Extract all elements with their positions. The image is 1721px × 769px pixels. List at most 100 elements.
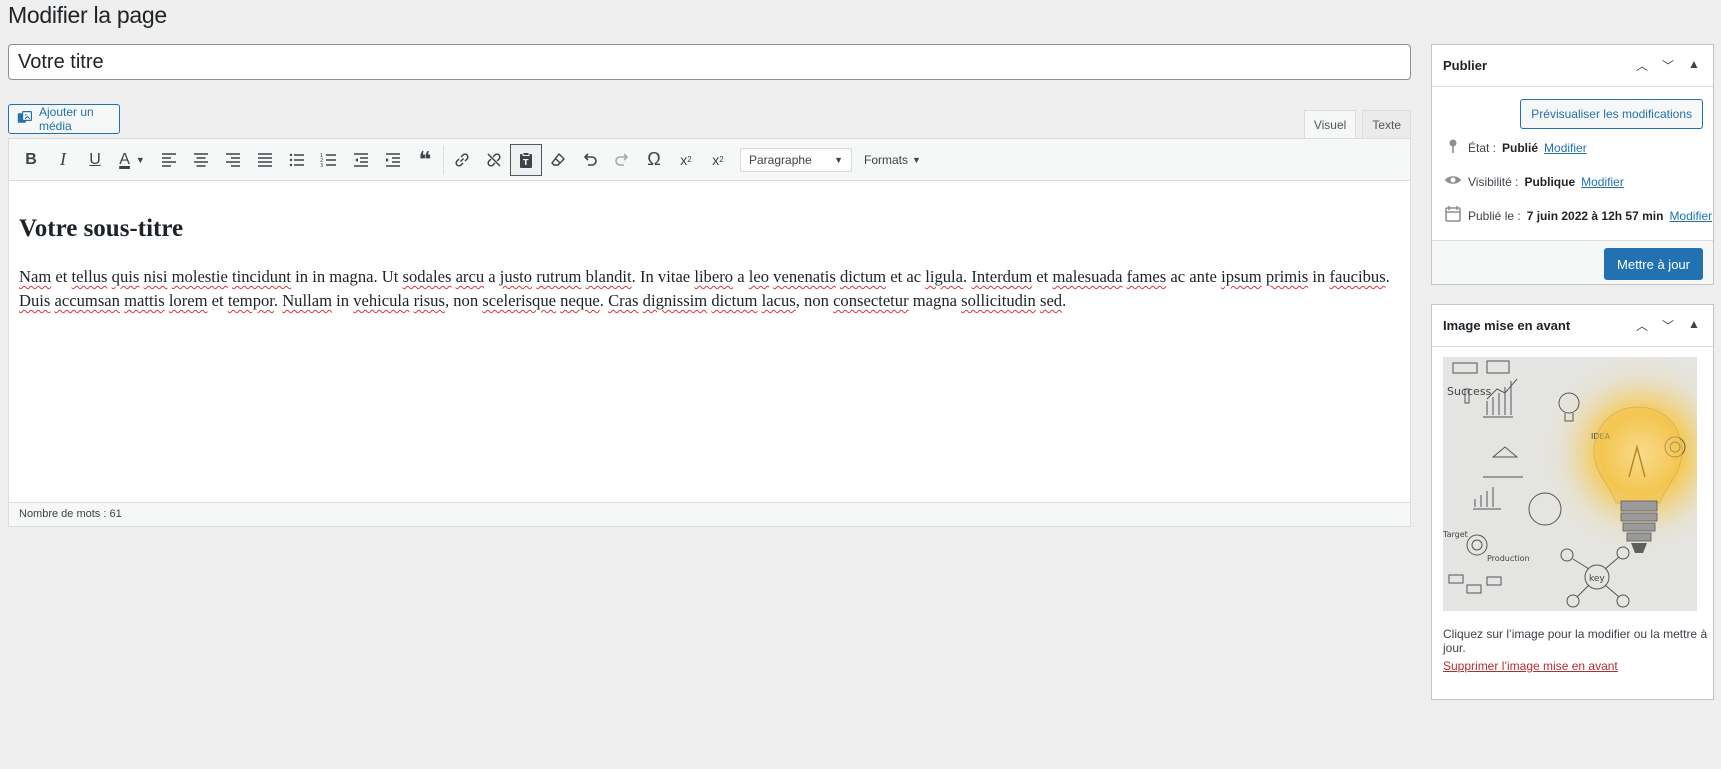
misspelled-word: primis bbox=[1265, 267, 1309, 286]
text-run: . bbox=[273, 291, 283, 310]
image-text-target: Target bbox=[1443, 530, 1468, 539]
misspelled-word: mattis bbox=[124, 291, 165, 310]
bold-icon[interactable]: B bbox=[15, 144, 47, 176]
misspelled-word: venenatis bbox=[773, 267, 836, 286]
publish-box: Publier ︿ ﹀ ▲ Prévisualiser les modifica… bbox=[1431, 44, 1714, 285]
misspelled-word: ipsum bbox=[1221, 267, 1262, 286]
misspelled-word: Nullam bbox=[282, 291, 332, 310]
text-run: a bbox=[484, 267, 500, 286]
date-edit-link[interactable]: Modifier bbox=[1669, 209, 1712, 223]
misspelled-word: arcu bbox=[455, 267, 485, 286]
text-run: . In vitae bbox=[631, 267, 695, 286]
post-title-input[interactable] bbox=[8, 44, 1411, 80]
visibility-edit-link[interactable]: Modifier bbox=[1581, 175, 1624, 189]
image-text-production: Production bbox=[1487, 554, 1530, 563]
status-edit-link[interactable]: Modifier bbox=[1544, 141, 1587, 155]
calendar-icon bbox=[1444, 205, 1462, 226]
link-icon[interactable] bbox=[446, 144, 478, 176]
collapse-icon[interactable]: ▲ bbox=[1686, 57, 1702, 74]
underline-icon[interactable]: U bbox=[79, 144, 111, 176]
page-title: Modifier la page bbox=[8, 2, 167, 28]
text-run: in in magna. Ut bbox=[291, 267, 403, 286]
misspelled-word: Cras bbox=[608, 291, 639, 310]
content-paragraph: Nam et tellus quis nisi molestie tincidu… bbox=[19, 265, 1400, 313]
tab-text[interactable]: Texte bbox=[1362, 110, 1411, 139]
text-run: . bbox=[1062, 291, 1067, 310]
misspelled-word: sollicitudin bbox=[961, 291, 1036, 310]
misspelled-word: ligula bbox=[925, 267, 964, 286]
misspelled-word: libero bbox=[694, 267, 734, 286]
eye-icon bbox=[1444, 171, 1462, 192]
misspelled-word: dignissim bbox=[642, 291, 708, 310]
featured-image-help: Cliquez sur l’image pour la modifier ou … bbox=[1443, 627, 1708, 655]
misspelled-word: Duis bbox=[19, 291, 51, 310]
editor-content[interactable]: Votre sous-titre Nam et tellus quis nisi… bbox=[9, 181, 1410, 333]
status-row: État : Publié Modifier bbox=[1444, 137, 1587, 158]
clear-format-icon[interactable] bbox=[542, 144, 574, 176]
text-run: in bbox=[1308, 267, 1330, 286]
misspelled-word: faucibus bbox=[1329, 267, 1386, 286]
chevron-down-icon: ▼ bbox=[834, 154, 843, 165]
text-run: a bbox=[733, 267, 749, 286]
redo-icon[interactable] bbox=[606, 144, 638, 176]
visibility-value: Publique bbox=[1524, 174, 1576, 189]
collapse-icon[interactable]: ▲ bbox=[1686, 317, 1702, 334]
move-down-icon[interactable]: ﹀ bbox=[1660, 317, 1676, 334]
special-char-icon[interactable]: Ω bbox=[638, 144, 670, 176]
align-right-icon[interactable] bbox=[217, 144, 249, 176]
misspelled-word: nisi bbox=[143, 267, 168, 286]
text-run: ac ante bbox=[1166, 267, 1222, 286]
subscript-icon[interactable]: x2 bbox=[702, 144, 734, 176]
remove-featured-image-link[interactable]: Supprimer l’image mise en avant bbox=[1443, 659, 1618, 673]
bullet-list-icon[interactable] bbox=[281, 144, 313, 176]
align-center-icon[interactable] bbox=[185, 144, 217, 176]
misspelled-word: dictum bbox=[711, 291, 758, 310]
visibility-row: Visibilité : Publique Modifier bbox=[1444, 171, 1624, 192]
text-color-icon[interactable]: A ▼ bbox=[111, 144, 153, 176]
misspelled-word: vehicula bbox=[353, 291, 410, 310]
text-run: et bbox=[207, 291, 228, 310]
move-down-icon[interactable]: ﹀ bbox=[1660, 57, 1676, 74]
add-media-button[interactable]: Ajouter un média bbox=[8, 104, 120, 134]
italic-icon[interactable]: I bbox=[47, 144, 79, 176]
paste-text-icon[interactable]: T bbox=[510, 143, 542, 176]
add-media-label: Ajouter un média bbox=[39, 105, 94, 133]
move-up-icon[interactable]: ︿ bbox=[1634, 317, 1650, 334]
publish-actions: Mettre à jour bbox=[1432, 240, 1713, 284]
block-format-select[interactable]: Paragraphe ▼ bbox=[740, 147, 852, 172]
featured-image[interactable]: Success IDEA Target Production key bbox=[1443, 357, 1697, 611]
image-text-key: key bbox=[1589, 574, 1605, 584]
date-row: Publié le : 7 juin 2022 à 12h 57 min Mod… bbox=[1444, 205, 1712, 226]
misspelled-word: scelerisque bbox=[482, 291, 556, 310]
formats-menu[interactable]: Formats ▼ bbox=[864, 153, 921, 167]
superscript-icon[interactable]: x2 bbox=[670, 144, 702, 176]
move-up-icon[interactable]: ︿ bbox=[1634, 57, 1650, 74]
preview-button[interactable]: Prévisualiser les modifications bbox=[1520, 99, 1703, 129]
block-format-value: Paragraphe bbox=[749, 152, 812, 167]
undo-icon[interactable] bbox=[574, 144, 606, 176]
justify-icon[interactable] bbox=[249, 144, 281, 176]
unlink-icon[interactable] bbox=[478, 144, 510, 176]
word-count: Nombre de mots : 61 bbox=[9, 502, 1410, 526]
misspelled-word: accumsan bbox=[54, 291, 120, 310]
outdent-icon[interactable] bbox=[345, 144, 377, 176]
text-run: magna bbox=[908, 291, 962, 310]
misspelled-word: neque bbox=[560, 291, 600, 310]
editor-tabs: Visuel Texte bbox=[1303, 110, 1411, 139]
misspelled-word: leo bbox=[748, 267, 769, 286]
update-button[interactable]: Mettre à jour bbox=[1604, 248, 1703, 280]
status-value: Publié bbox=[1502, 140, 1539, 155]
numbered-list-icon[interactable]: 123 bbox=[313, 144, 345, 176]
featured-image-title: Image mise en avant bbox=[1443, 318, 1571, 333]
text-run: et ac bbox=[886, 267, 926, 286]
align-left-icon[interactable] bbox=[153, 144, 185, 176]
misspelled-word: sodales bbox=[402, 267, 452, 286]
indent-icon[interactable] bbox=[377, 144, 409, 176]
editor-toolbar: B I U A ▼ 123 ❝ T Ω x2 x2 Paragraphe ▼ F… bbox=[9, 139, 1410, 181]
quote-icon[interactable]: ❝ bbox=[409, 144, 441, 176]
date-value: 7 juin 2022 à 12h 57 min bbox=[1526, 208, 1664, 223]
text-color-label: A bbox=[119, 150, 130, 168]
tab-visual[interactable]: Visuel bbox=[1303, 110, 1357, 139]
text-run: in bbox=[331, 291, 354, 310]
misspelled-word: tincidunt bbox=[232, 267, 292, 286]
